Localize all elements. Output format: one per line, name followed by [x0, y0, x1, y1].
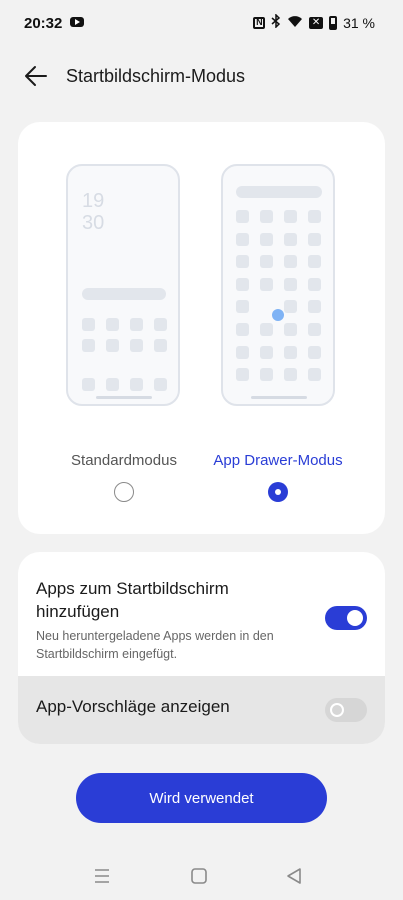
- standard-mode-radio[interactable]: [114, 482, 134, 502]
- preview-app-icon: [260, 323, 273, 336]
- app-drawer-mode-label: App Drawer-Modus: [213, 452, 343, 469]
- preview-app-icon: [284, 323, 297, 336]
- menu-icon: [95, 869, 109, 883]
- youtube-icon: [70, 17, 84, 27]
- preview-app-icon: [236, 232, 249, 246]
- preview-app-icon: [236, 300, 249, 314]
- battery-percent: 31 %: [343, 14, 375, 31]
- navigation-bar: [0, 850, 403, 900]
- bluetooth-icon: [271, 13, 281, 31]
- preview-app-icon: [308, 277, 321, 291]
- preview-app-icon: [308, 300, 321, 314]
- preview-app-icon: [284, 255, 297, 269]
- arrow-left-icon: [25, 66, 47, 86]
- preview-app-icon: [236, 277, 249, 291]
- preview-app-icon: [236, 368, 249, 382]
- preview-app-icon: [260, 345, 273, 359]
- settings-card: Apps zum Startbildschirm hinzufügen Neu …: [18, 552, 385, 744]
- sim-off-icon: ✕: [309, 16, 324, 29]
- nav-back-button[interactable]: [282, 864, 306, 888]
- preview-app-icon: [284, 345, 297, 359]
- add-apps-title: Apps zum Startbildschirm hinzufügen: [36, 579, 229, 621]
- preview-app-icon: [106, 339, 119, 352]
- preview-app-icon: [130, 339, 143, 352]
- status-icons: ✕ 31 %: [253, 13, 375, 31]
- page-header: Startbildschirm-Modus: [0, 52, 403, 100]
- preview-clock-minute: 30: [82, 212, 105, 234]
- add-apps-subtitle: Neu heruntergeladene Apps werden in den …: [36, 629, 274, 661]
- in-use-button[interactable]: Wird verwendet: [76, 773, 327, 823]
- home-icon: [191, 868, 207, 884]
- preview-app-icon: [308, 232, 321, 246]
- preview-app-icon: [260, 255, 273, 269]
- recent-apps-button[interactable]: [90, 864, 114, 888]
- preview-search-bar: [236, 186, 322, 198]
- preview-app-icon: [82, 318, 95, 331]
- preview-scroll-dot: [272, 309, 284, 321]
- preview-app-icon: [284, 277, 297, 291]
- preview-app-icon: [308, 210, 321, 223]
- preview-app-icon: [260, 277, 273, 291]
- preview-app-icon: [130, 378, 143, 391]
- preview-home-indicator: [96, 396, 152, 399]
- add-apps-row[interactable]: Apps zum Startbildschirm hinzufügen Neu …: [18, 552, 385, 676]
- back-button[interactable]: [22, 62, 50, 90]
- preview-app-icon: [308, 368, 321, 382]
- app-suggestions-toggle[interactable]: [325, 698, 367, 722]
- back-icon: [287, 868, 301, 884]
- preview-app-icon: [82, 378, 95, 391]
- app-drawer-mode-radio[interactable]: [268, 482, 288, 502]
- status-time: 20:32: [24, 15, 63, 32]
- battery-icon: [329, 15, 338, 30]
- preview-app-icon: [130, 318, 143, 331]
- preview-app-icon: [106, 378, 119, 391]
- preview-app-icon: [284, 232, 297, 246]
- preview-app-icon: [154, 378, 167, 391]
- preview-clock: 19 30: [82, 190, 104, 234]
- preview-app-icon: [154, 318, 167, 331]
- mode-selection-card: 19 30 Standardmodus App Drawer-Modus: [18, 122, 385, 534]
- preview-app-icon: [236, 210, 249, 223]
- app-suggestions-row[interactable]: App-Vorschläge anzeigen: [18, 676, 385, 744]
- preview-app-icon: [82, 339, 95, 352]
- wifi-icon: [287, 15, 303, 31]
- preview-app-icon: [260, 210, 273, 223]
- preview-app-icon: [236, 345, 249, 359]
- preview-app-icon: [284, 300, 297, 314]
- preview-app-icon: [260, 232, 273, 246]
- preview-app-icon: [308, 345, 321, 359]
- preview-app-icon: [154, 339, 167, 352]
- preview-app-icon: [308, 323, 321, 336]
- preview-clock-hour: 19: [82, 190, 105, 212]
- preview-search-bar: [82, 288, 166, 300]
- preview-app-icon: [284, 368, 297, 382]
- standard-mode-preview[interactable]: 19 30: [66, 164, 180, 406]
- app-drawer-mode-preview[interactable]: [221, 164, 335, 406]
- nfc-icon: [253, 16, 266, 29]
- app-suggestions-title: App-Vorschläge anzeigen: [36, 697, 230, 716]
- preview-app-icon: [284, 210, 297, 223]
- preview-app-icon: [260, 368, 273, 382]
- preview-home-indicator: [251, 396, 307, 399]
- home-button[interactable]: [187, 864, 211, 888]
- preview-app-icon: [106, 318, 119, 331]
- preview-app-icon: [236, 323, 249, 336]
- preview-app-icon: [236, 255, 249, 269]
- add-apps-toggle[interactable]: [325, 606, 367, 630]
- page-title: Startbildschirm-Modus: [66, 66, 246, 86]
- standard-mode-label: Standardmodus: [71, 452, 177, 469]
- status-bar: 20:32 ✕ 31 %: [0, 0, 403, 48]
- preview-app-icon: [308, 255, 321, 269]
